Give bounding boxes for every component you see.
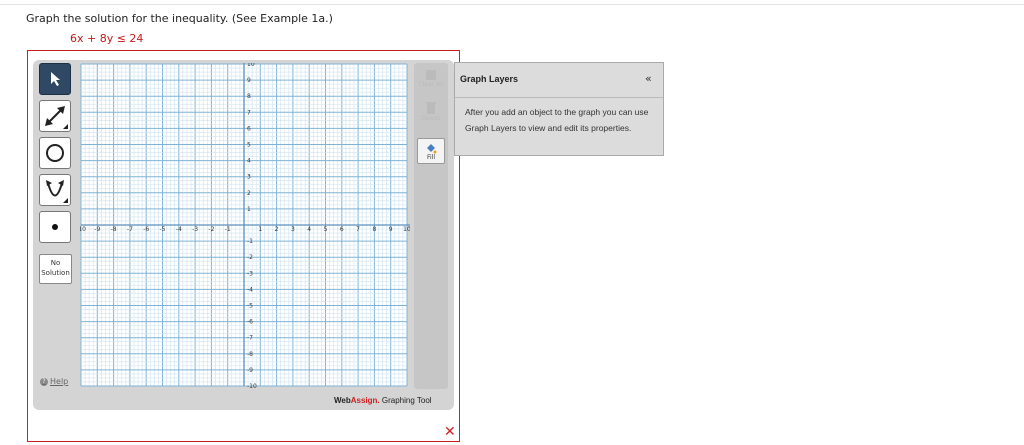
point-tool-icon (52, 224, 58, 230)
no-solution-button[interactable]: No Solution (39, 254, 72, 284)
x-tick-label: 3 (291, 226, 295, 233)
y-tick-label: 6 (247, 125, 251, 132)
y-tick-label: -9 (247, 367, 253, 374)
graph-layers-header: Graph Layers « (455, 63, 663, 98)
x-tick-label: 5 (324, 226, 328, 233)
no-solution-label-2: Solution (41, 269, 70, 277)
x-tick-label: -4 (176, 226, 182, 233)
graph-layers-title: Graph Layers (460, 74, 519, 84)
y-tick-label: -10 (247, 383, 257, 388)
circle-tool-button[interactable] (39, 137, 71, 169)
brand-assign: Assign. (350, 396, 380, 405)
y-tick-label: -2 (247, 254, 253, 261)
coordinate-grid[interactable]: -10 -9 -8 -7 -6 -5 -4 -3 -2 -1 1 2 3 4 5 6 7 8 9 10 10 9 8 7 6 5 4… (80, 63, 410, 388)
y-tick-label: -1 (247, 238, 253, 245)
no-solution-label-1: No (50, 259, 61, 267)
x-tick-label: 6 (340, 226, 344, 233)
question-prompt: Graph the solution for the inequality. (… (26, 12, 333, 25)
x-tick-label: 9 (389, 226, 393, 233)
graph-layers-panel: Graph Layers « After you add an object t… (454, 62, 664, 156)
pointer-tool-button[interactable] (39, 63, 71, 95)
delete-label: Delete (421, 114, 441, 122)
y-tick-label: -8 (247, 351, 253, 358)
tool-palette: No Solution (37, 63, 75, 393)
y-tick-label: -6 (247, 319, 253, 326)
x-tick-label: -9 (94, 226, 100, 233)
fill-button[interactable]: Fill (417, 138, 445, 164)
x-tick-label: -8 (111, 226, 117, 233)
clear-all-label: Clear All (418, 80, 444, 88)
y-tick-label: -4 (247, 286, 253, 293)
y-tick-label: 10 (247, 63, 255, 68)
x-tick-label: -2 (208, 226, 214, 233)
y-tick-label: 4 (247, 158, 251, 165)
y-tick-label: 2 (247, 190, 251, 197)
trash-icon (426, 101, 436, 114)
x-tick-label: 7 (356, 226, 360, 233)
y-tick-label: 7 (247, 109, 251, 116)
y-tick-label: 5 (247, 142, 251, 149)
x-tick-label: -6 (143, 226, 149, 233)
y-tick-label: 3 (247, 174, 251, 181)
brand-rest: Graphing Tool (379, 396, 432, 405)
y-tick-label: 9 (247, 77, 251, 84)
fill-label: Fill (426, 153, 435, 161)
y-tick-label: 1 (247, 206, 251, 213)
parabola-tool-button[interactable] (39, 174, 71, 206)
inequality: 6x + 8y ≤ 24 (70, 32, 144, 45)
help-icon: ? (40, 377, 48, 386)
circle-tool-icon (46, 144, 64, 162)
x-tick-label: -3 (192, 226, 198, 233)
x-tick-label: 4 (307, 226, 311, 233)
x-tick-label: -7 (127, 226, 133, 233)
right-toolbar: Clear All Delete Fill (414, 63, 448, 389)
x-tick-label: 8 (372, 226, 376, 233)
x-tick-label: 2 (275, 226, 279, 233)
webassign-branding: WebAssign. Graphing Tool (334, 396, 432, 405)
y-tick-label: -7 (247, 335, 253, 342)
x-tick-label: 10 (403, 226, 410, 233)
x-tick-label: -1 (225, 226, 231, 233)
point-tool-button[interactable] (39, 211, 71, 243)
x-tick-label: 1 (258, 226, 262, 233)
help-label: Help (50, 377, 69, 386)
x-tick-label: -5 (160, 226, 166, 233)
collapse-chevron-icon[interactable]: « (645, 72, 652, 85)
delete-button[interactable]: Delete (417, 98, 445, 124)
y-tick-label: -5 (247, 303, 253, 310)
graph-layers-description: After you add an object to the graph you… (465, 107, 649, 133)
paint-bucket-icon (427, 143, 437, 153)
clear-all-icon (426, 69, 436, 80)
arrow-pointer-icon (51, 72, 60, 86)
brand-web: Web (334, 396, 351, 405)
y-tick-label: -3 (247, 270, 253, 277)
line-tool-button[interactable] (39, 100, 71, 132)
help-link[interactable]: ? Help (40, 377, 68, 386)
x-tick-label: -10 (80, 226, 86, 233)
close-icon[interactable]: ✕ (444, 424, 456, 440)
y-tick-label: 8 (247, 93, 251, 100)
clear-all-button[interactable]: Clear All (417, 65, 445, 91)
top-divider (0, 4, 1024, 5)
